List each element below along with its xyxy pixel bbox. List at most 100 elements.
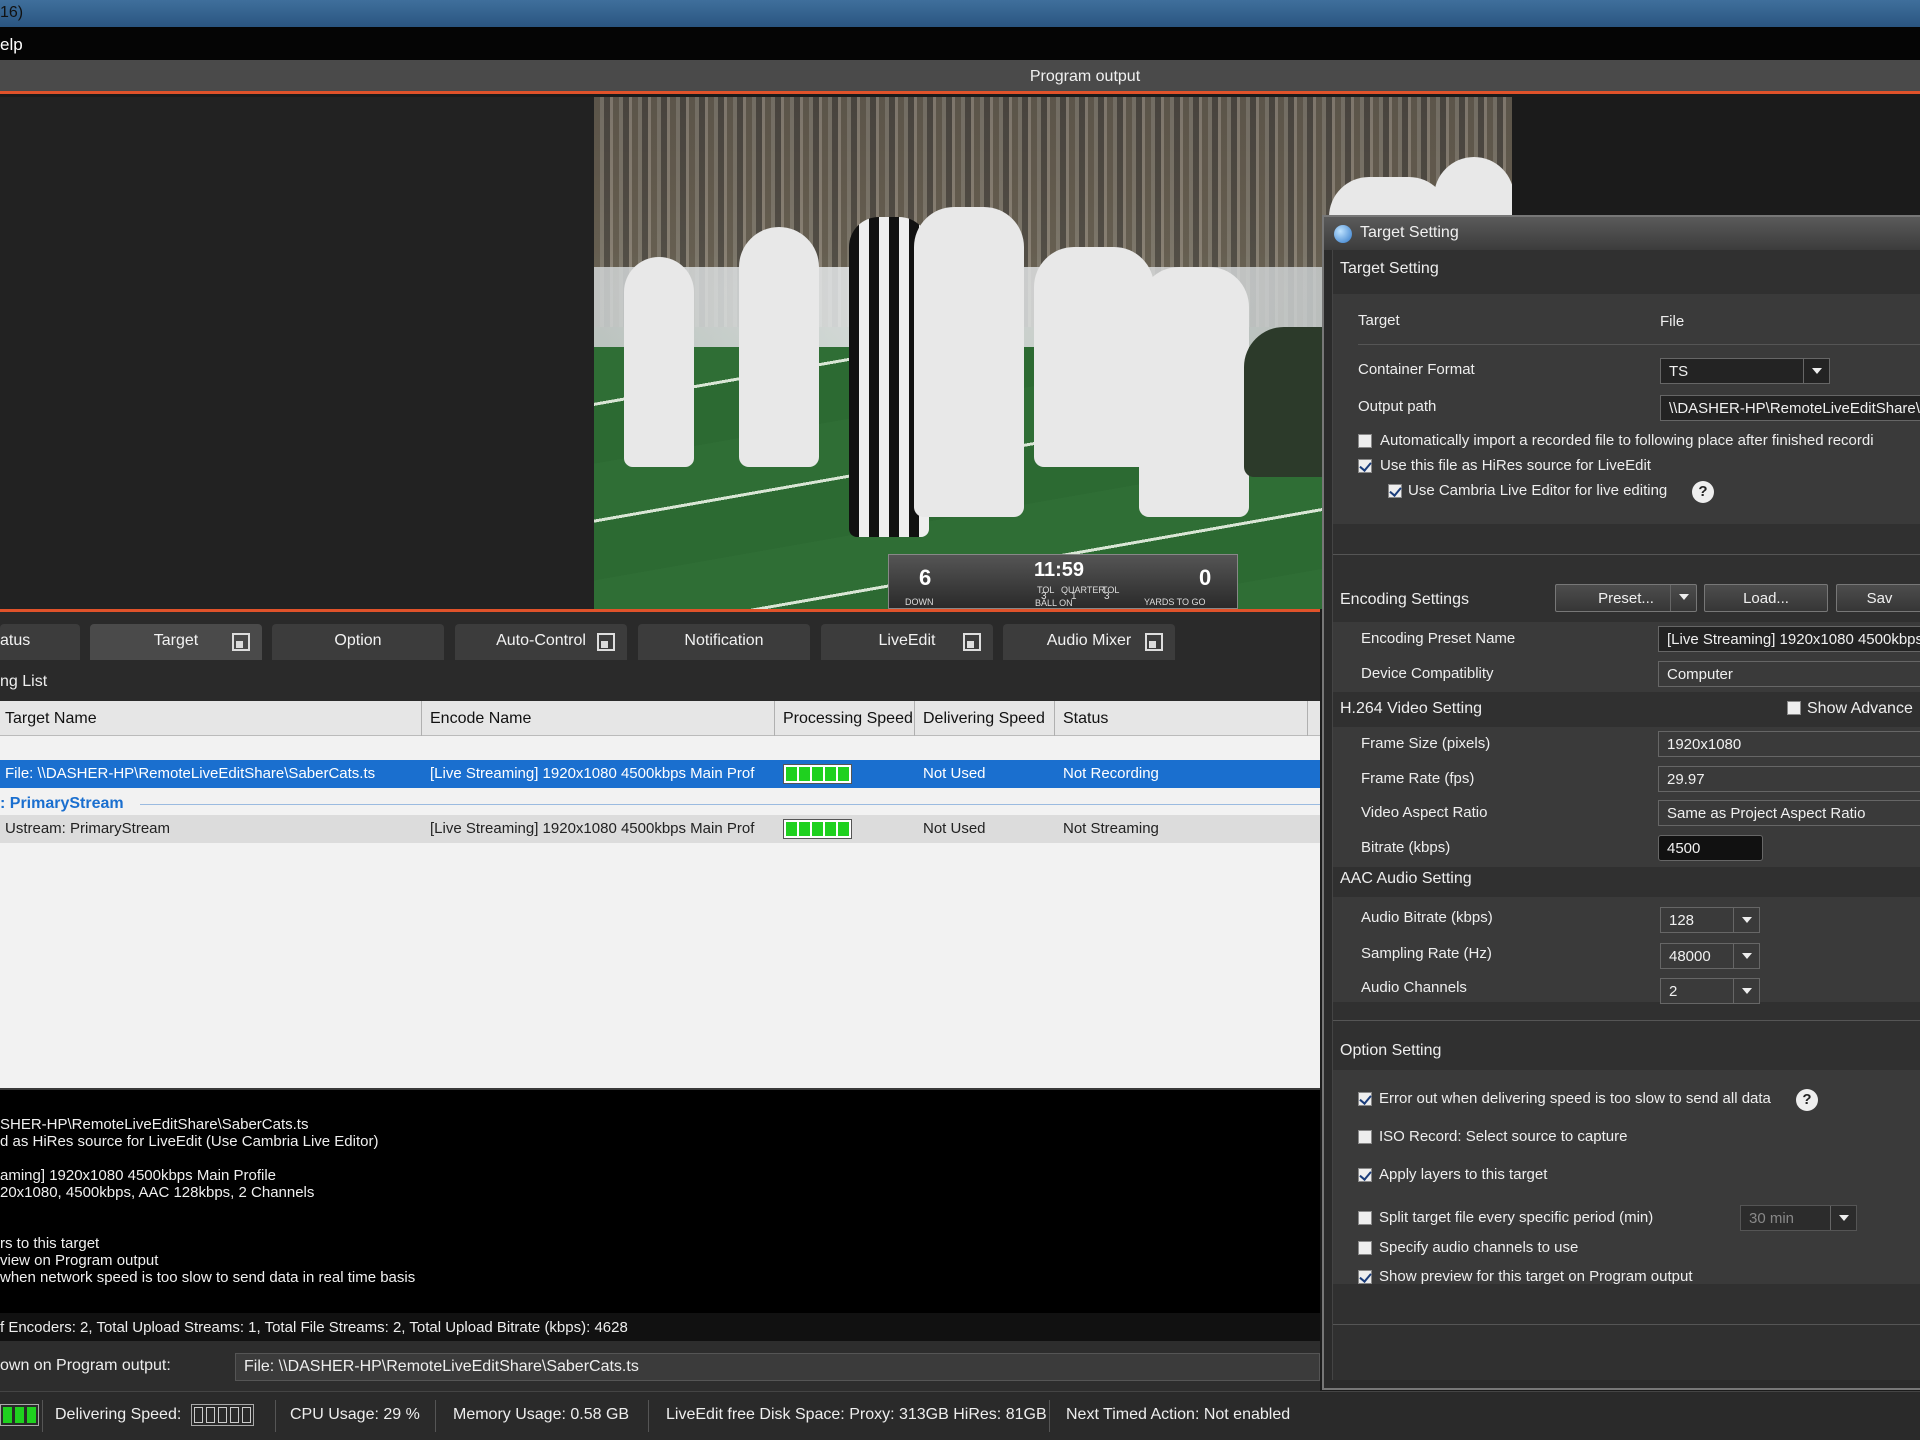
tab-liveedit[interactable]: LiveEdit [821,624,993,660]
container-format-select[interactable]: TS [1660,358,1830,384]
table-row[interactable]: File: \\DASHER-HP\RemoteLiveEditShare\Sa… [0,760,1320,788]
window-titlebar: 16) [0,0,1920,27]
table-header: Target Name Encode Name Processing Speed… [0,701,1320,736]
tab-notification[interactable]: Notification [638,624,810,660]
audio-channels-value: 2 [1669,983,1678,1000]
app-icon [1334,225,1352,243]
dialog-body: Target Setting Target File Container For… [1332,250,1920,1380]
option-panel: Error out when delivering speed is too s… [1333,1070,1920,1285]
tab-label: LiveEdit [878,632,936,649]
shown-target-field[interactable]: File: \\DASHER-HP\RemoteLiveEditShare\Sa… [235,1353,1320,1381]
bitrate-field[interactable]: 4500 [1658,835,1763,861]
dialog-titlebar[interactable]: Target Setting [1324,217,1920,250]
info-line [0,1150,1320,1167]
hires-checkbox[interactable] [1358,459,1372,473]
preset-button[interactable]: Preset... [1555,584,1697,612]
video-player [739,227,819,467]
aspect-ratio-field[interactable]: Same as Project Aspect Ratio [1658,800,1920,826]
status-bar: Delivering Speed: CPU Usage: 29 % Memory… [0,1391,1920,1440]
device-compat-field[interactable]: Computer [1658,661,1920,687]
cell-target: Ustream: PrimaryStream [5,820,171,837]
popout-icon[interactable] [597,633,615,651]
audio-channels-opt-label: Specify audio channels to use [1379,1239,1579,1256]
help-icon[interactable]: ? [1692,481,1714,503]
tab-auto-control[interactable]: Auto-Control [455,624,627,660]
shown-on-output-bar: own on Program output: File: \\DASHER-HP… [0,1341,1320,1391]
apply-layers-label: Apply layers to this target [1379,1166,1548,1183]
output-path-label: Output path [1358,398,1437,415]
show-advanced-checkbox[interactable] [1787,701,1801,715]
video-player [624,257,694,467]
scoreboard: 6 11:59 0 DOWN TOL QUARTER TOL 3 1 3 BAL… [888,554,1238,609]
cell-status: Not Recording [1063,765,1159,782]
preview-empty-area [0,97,594,609]
cpu-usage: CPU Usage: 29 % [290,1406,420,1423]
tab-status[interactable]: atus [0,624,80,660]
menu-bar: elp [0,27,1920,60]
audio-channels-checkbox[interactable] [1358,1241,1372,1255]
help-icon[interactable]: ? [1796,1089,1818,1111]
popout-icon[interactable] [963,633,981,651]
score-left: 6 [919,565,932,590]
video-player [914,207,1024,517]
menu-help[interactable]: elp [0,35,23,54]
col-encode-name[interactable]: Encode Name [422,701,775,736]
frame-rate-field[interactable]: 29.97 [1658,766,1920,792]
container-format-label: Container Format [1358,361,1475,378]
preset-name-field[interactable]: [Live Streaming] 1920x1080 4500kbps [1658,626,1920,652]
audio-channels-select[interactable]: 2 [1660,978,1760,1004]
score-ball-on: BALL ON [1035,598,1073,608]
cambria-label: Use Cambria Live Editor for live editing [1408,482,1668,499]
tab-strip: atus Target Option Auto-Control Notifica… [0,609,1320,661]
tab-audio-mixer[interactable]: Audio Mixer [1003,624,1175,660]
show-preview-checkbox[interactable] [1358,1270,1372,1284]
popout-icon[interactable] [1145,633,1163,651]
shown-label: own on Program output: [0,1357,171,1374]
cell-delivering: Not Used [923,820,986,837]
cambria-checkbox[interactable] [1388,484,1402,498]
col-delivering-speed[interactable]: Delivering Speed [915,701,1055,736]
audio-bitrate-value: 128 [1669,912,1695,929]
error-out-checkbox[interactable] [1358,1092,1372,1106]
frame-size-field[interactable]: 1920x1080 [1658,731,1920,757]
popout-icon[interactable] [232,633,250,651]
col-processing-speed[interactable]: Processing Speed [775,701,915,736]
table-row[interactable]: Ustream: PrimaryStream [Live Streaming] … [0,815,1320,843]
tab-option[interactable]: Option [272,624,444,660]
delivering-speed-meter [191,1404,254,1426]
frame-size-label: Frame Size (pixels) [1361,735,1491,752]
program-output-header: Program output [0,60,1920,94]
audio-bitrate-select[interactable]: 128 [1660,907,1760,933]
auto-import-checkbox[interactable] [1358,434,1372,448]
score-down: DOWN [905,597,934,607]
target-setting-dialog: Target Setting Target Setting Target Fil… [1322,215,1920,1390]
load-button[interactable]: Load... [1704,584,1828,612]
save-button[interactable]: Sav [1836,584,1920,612]
target-panel: Target File Container Format TS Output p… [1333,294,1920,524]
liveedit-disk-space: LiveEdit free Disk Space: Proxy: 313GB H… [666,1406,1047,1423]
section-target-setting: Target Setting [1340,260,1439,277]
bitrate-label: Bitrate (kbps) [1361,839,1451,856]
tab-label: Target [153,632,199,649]
error-out-label: Error out when delivering speed is too s… [1379,1090,1771,1107]
split-file-checkbox[interactable] [1358,1211,1372,1225]
iso-record-checkbox[interactable] [1358,1130,1372,1144]
score-clock: 11:59 [1034,559,1085,581]
target-info-log: SHER-HP\RemoteLiveEditShare\SaberCats.ts… [0,1088,1320,1313]
cell-encode: [Live Streaming] 1920x1080 4500kbps Main… [430,765,755,782]
info-line: when network speed is too slow to send d… [0,1269,416,1286]
apply-layers-checkbox[interactable] [1358,1168,1372,1182]
frame-rate-label: Frame Rate (fps) [1361,770,1475,787]
section-option-setting: Option Setting [1340,1042,1442,1059]
split-period-select[interactable]: 30 min [1740,1205,1857,1231]
col-target-name[interactable]: Target Name [0,701,422,736]
info-line: 20x1080, 4500kbps, AAC 128kbps, 2 Channe… [0,1184,315,1201]
chevron-down-icon [1733,979,1759,1003]
col-status[interactable]: Status [1055,701,1308,736]
tab-target[interactable]: Target [90,624,262,660]
output-path-field[interactable]: \\DASHER-HP\RemoteLiveEditShare\Sa [1660,395,1920,421]
memory-usage: Memory Usage: 0.58 GB [453,1406,630,1423]
group-label: : PrimaryStream [0,795,124,812]
cell-target: File: \\DASHER-HP\RemoteLiveEditShare\Sa… [5,765,376,782]
sampling-rate-select[interactable]: 48000 [1660,943,1760,969]
